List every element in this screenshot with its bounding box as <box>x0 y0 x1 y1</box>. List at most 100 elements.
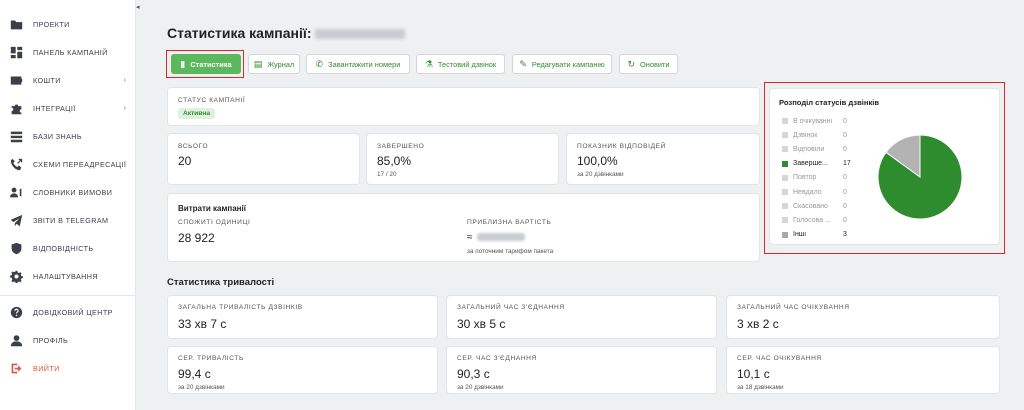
telegram-icon <box>10 214 23 227</box>
duration-value: 33 хв 7 с <box>178 317 227 331</box>
page-title: Статистика кампанії: <box>167 25 406 41</box>
price-prefix: ≈ <box>467 232 473 243</box>
logout-icon <box>10 362 23 375</box>
upload-numbers-button-label: Завантажити номери <box>328 59 401 69</box>
duration-label: ЗАГАЛЬНИЙ ЧАС З'ЄДНАННЯ <box>457 304 565 311</box>
sidebar-item-settings[interactable]: НАЛАШТУВАННЯ <box>0 264 136 288</box>
journal-icon: ▤ <box>253 58 263 69</box>
journal-button-label: Журнал <box>267 59 295 69</box>
campaign-name-redacted <box>315 29 406 40</box>
pencil-icon: ✎ <box>519 58 527 69</box>
edit-campaign-button-label: Редагувати кампанію <box>531 59 605 69</box>
sidebar-item-label: КОШТИ <box>33 75 61 85</box>
total-value: 20 <box>178 154 192 168</box>
test-call-button[interactable]: ⚗ Тестовий дзвінок <box>416 54 505 74</box>
units-label: СПОЖИТІ ОДИНИЦІ <box>178 219 251 226</box>
main-content: Статистика кампанії: ▮ Статистика ▤ Журнал… <box>142 0 1024 410</box>
status-label: СТАТУС КАМПАНІЇ <box>178 97 246 104</box>
sidebar-item-label: ІНТЕГРАЦІЇ <box>33 103 76 113</box>
sidebar-item-help-center[interactable]: ДОВІДКОВИЙ ЦЕНТР <box>0 300 136 324</box>
duration-label: СЕР. ЧАС ОЧІКУВАННЯ <box>737 355 822 362</box>
sidebar-item-integrations[interactable]: ІНТЕГРАЦІЇ › <box>0 96 136 120</box>
puzzle-icon <box>10 102 23 115</box>
sidebar-item-label: ЗВІТИ В TELEGRAM <box>33 215 109 225</box>
speaker-icon <box>10 186 23 199</box>
sidebar-divider <box>0 295 136 296</box>
completed-label: ЗАВЕРШЕНО <box>377 143 425 150</box>
wallet-icon <box>10 74 23 87</box>
status-badge: Активна <box>178 108 216 119</box>
duration-value: 90,3 с <box>457 367 490 381</box>
duration-label: СЕР. ЧАС З'ЄДНАННЯ <box>457 355 537 362</box>
refresh-button-label: Оновити <box>640 59 670 69</box>
total-label: ВСЬОГО <box>178 143 209 150</box>
duration-value: 30 хв 5 с <box>457 317 506 331</box>
price-sub: за поточним тарифом пакета <box>467 248 554 255</box>
duration-label: СЕР. ТРИВАЛІСТЬ <box>178 355 244 362</box>
duration-value: 3 хв 2 с <box>737 317 779 331</box>
answer-rate-value: 100,0% <box>577 154 618 168</box>
gear-icon <box>10 270 23 283</box>
duration-card: СЕР. ТРИВАЛІСТЬ 99,4 с за 20 дзвінками <box>167 346 438 394</box>
sidebar-item-label: ВІДПОВІДНІСТЬ <box>33 243 94 253</box>
duration-card: СЕР. ЧАС ОЧІКУВАННЯ 10,1 с за 18 дзвінка… <box>726 346 1000 394</box>
sidebar-item-forwarding[interactable]: СХЕМИ ПЕРЕАДРЕСАЦІЇ <box>0 152 136 176</box>
user-icon <box>10 334 23 347</box>
duration-sub: за 20 дзвінками <box>178 384 225 391</box>
edit-campaign-button[interactable]: ✎ Редагувати кампанію <box>512 54 612 74</box>
sidebar-item-funds[interactable]: КОШТИ › <box>0 68 136 92</box>
sidebar-item-knowledge-bases[interactable]: БАЗИ ЗНАНЬ <box>0 124 136 148</box>
duration-card: ЗАГАЛЬНА ТРИВАЛІСТЬ ДЗВІНКІВ 33 хв 7 с <box>167 295 438 339</box>
status-card: СТАТУС КАМПАНІЇ Активна <box>167 87 760 126</box>
completed-card: ЗАВЕРШЕНО 85,0% 17 / 20 <box>366 133 559 185</box>
duration-value: 99,4 с <box>178 367 211 381</box>
folder-icon <box>10 18 23 31</box>
status-chart-highlight <box>764 82 1005 254</box>
completed-sub: 17 / 20 <box>377 171 397 178</box>
answer-rate-card: ПОКАЗНИК ВІДПОВІДЕЙ 100,0% за 20 дзвінка… <box>566 133 760 185</box>
duration-label: ЗАГАЛЬНИЙ ЧАС ОЧІКУВАННЯ <box>737 304 850 311</box>
list-icon <box>10 130 23 143</box>
duration-sub: за 18 дзвінками <box>737 384 784 391</box>
sidebar-item-projects[interactable]: ПРОЕКТИ <box>0 12 136 36</box>
sidebar-item-compliance[interactable]: ВІДПОВІДНІСТЬ <box>0 236 136 260</box>
price-label: ПРИБЛИЗНА ВАРТІСТЬ <box>467 219 552 226</box>
dashboard-icon <box>10 46 23 59</box>
completed-value: 85,0% <box>377 154 412 168</box>
sidebar-item-label: СЛОВНИКИ ВИМОВИ <box>33 187 113 197</box>
help-icon <box>10 306 23 319</box>
duration-card: ЗАГАЛЬНИЙ ЧАС ОЧІКУВАННЯ 3 хв 2 с <box>726 295 1000 339</box>
costs-card: Витрати кампанії СПОЖИТІ ОДИНИЦІ 28 922 … <box>167 193 760 262</box>
sidebar-item-campaign-panel[interactable]: ПАНЕЛЬ КАМПАНІЙ <box>0 40 136 64</box>
units-value: 28 922 <box>178 231 215 245</box>
duration-card: ЗАГАЛЬНИЙ ЧАС З'ЄДНАННЯ 30 хв 5 с <box>446 295 717 339</box>
phone-forward-icon <box>10 158 23 171</box>
answer-rate-label: ПОКАЗНИК ВІДПОВІДЕЙ <box>577 143 666 150</box>
sidebar: ПРОЕКТИ ПАНЕЛЬ КАМПАНІЙ КОШТИ › ІНТЕГРАЦ… <box>0 0 136 410</box>
sidebar-item-label: ПРОЕКТИ <box>33 19 70 29</box>
duration-section-title: Статистика тривалості <box>167 277 275 288</box>
stats-button-highlight <box>166 50 244 78</box>
phone-icon: ✆ <box>315 58 324 69</box>
sidebar-item-label: ДОВІДКОВИЙ ЦЕНТР <box>33 307 113 317</box>
test-call-button-label: Тестовий дзвінок <box>437 59 497 69</box>
flask-icon: ⚗ <box>424 58 433 69</box>
total-card: ВСЬОГО 20 <box>167 133 360 185</box>
journal-button[interactable]: ▤ Журнал <box>248 54 300 74</box>
duration-value: 10,1 с <box>737 367 770 381</box>
page-title-text: Статистика кампанії: <box>167 25 312 41</box>
sidebar-item-profile[interactable]: ПРОФІЛЬ <box>0 328 136 352</box>
sidebar-item-label: ПАНЕЛЬ КАМПАНІЙ <box>33 47 108 57</box>
chevron-right-icon: › <box>123 76 126 84</box>
sidebar-item-label: СХЕМИ ПЕРЕАДРЕСАЦІЇ <box>33 159 127 169</box>
duration-card: СЕР. ЧАС З'ЄДНАННЯ 90,3 с за 20 дзвінкам… <box>446 346 717 394</box>
sidebar-item-telegram-reports[interactable]: ЗВІТИ В TELEGRAM <box>0 208 136 232</box>
shield-icon <box>10 242 23 255</box>
refresh-button[interactable]: ↻ Оновити <box>619 54 678 74</box>
costs-title: Витрати кампанії <box>178 204 246 213</box>
sidebar-item-label: ВИЙТИ <box>33 363 60 373</box>
sidebar-item-dictionaries[interactable]: СЛОВНИКИ ВИМОВИ <box>0 180 136 204</box>
sidebar-item-logout[interactable]: ВИЙТИ <box>0 356 136 380</box>
duration-label: ЗАГАЛЬНА ТРИВАЛІСТЬ ДЗВІНКІВ <box>178 304 303 311</box>
upload-numbers-button[interactable]: ✆ Завантажити номери <box>306 54 410 74</box>
